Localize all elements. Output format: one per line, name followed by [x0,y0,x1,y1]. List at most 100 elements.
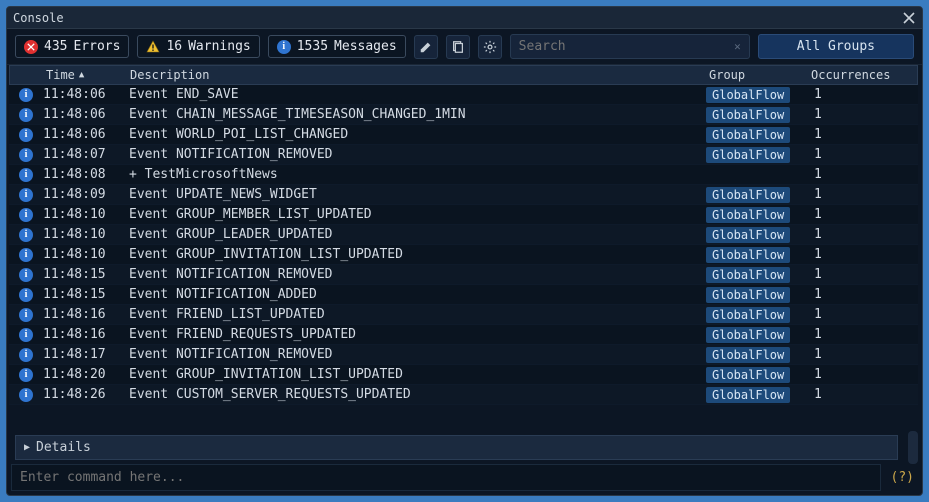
search-clear-icon[interactable]: ✕ [734,40,741,53]
command-input[interactable] [11,464,881,491]
info-icon [19,168,33,182]
cell-description: Event FRIEND_REQUESTS_UPDATED [125,327,706,342]
group-badge[interactable]: GlobalFlow [706,227,790,243]
table-row[interactable]: 11:48:26Event CUSTOM_SERVER_REQUESTS_UPD… [9,385,918,405]
group-badge[interactable]: GlobalFlow [706,307,790,323]
console-window: Console 435 Errors 16 Warnings 1535 Mess… [6,6,923,496]
cell-time: 11:48:17 [43,347,125,362]
cell-time: 11:48:10 [43,247,125,262]
details-scrollbar[interactable] [908,431,918,464]
warnings-filter[interactable]: 16 Warnings [137,35,259,58]
cell-description: Event WORLD_POI_LIST_CHANGED [125,127,706,142]
messages-count: 1535 [297,39,328,54]
table-row[interactable]: 11:48:10Event GROUP_MEMBER_LIST_UPDATEDG… [9,205,918,225]
table-row[interactable]: 11:48:10Event GROUP_INVITATION_LIST_UPDA… [9,245,918,265]
edit-button[interactable] [414,35,438,59]
info-icon [19,228,33,242]
search-input[interactable] [519,39,734,54]
group-badge[interactable]: GlobalFlow [706,287,790,303]
cell-description: Event GROUP_LEADER_UPDATED [125,227,706,242]
group-badge[interactable]: GlobalFlow [706,387,790,403]
table-row[interactable]: 11:48:17Event NOTIFICATION_REMOVEDGlobal… [9,345,918,365]
cell-group: GlobalFlow [706,87,808,103]
cell-occurrences: 1 [808,187,918,202]
table-row[interactable]: 11:48:10Event GROUP_LEADER_UPDATEDGlobal… [9,225,918,245]
cell-occurrences: 1 [808,247,918,262]
group-badge[interactable]: GlobalFlow [706,247,790,263]
sort-asc-icon: ▲ [79,70,84,80]
table-row[interactable]: 11:48:16Event FRIEND_REQUESTS_UPDATEDGlo… [9,325,918,345]
cell-occurrences: 1 [808,347,918,362]
errors-filter[interactable]: 435 Errors [15,35,129,58]
info-icon [19,108,33,122]
warnings-label: Warnings [188,39,251,54]
group-badge[interactable]: GlobalFlow [706,87,790,103]
errors-label: Errors [73,39,120,54]
group-badge[interactable]: GlobalFlow [706,327,790,343]
help-icon[interactable]: (?) [887,470,918,485]
cell-description: Event GROUP_MEMBER_LIST_UPDATED [125,207,706,222]
table-row[interactable]: 11:48:09Event UPDATE_NEWS_WIDGETGlobalFl… [9,185,918,205]
command-bar: (?) [11,464,918,491]
cell-occurrences: 1 [808,147,918,162]
warnings-count: 16 [166,39,182,54]
table-header: Time ▲ Description Group Occurrences [9,65,918,85]
cell-occurrences: 1 [808,307,918,322]
groups-dropdown[interactable]: All Groups [758,34,914,59]
table-row[interactable]: 11:48:20Event GROUP_INVITATION_LIST_UPDA… [9,365,918,385]
titlebar: Console [7,7,922,29]
cell-description: Event END_SAVE [125,87,706,102]
group-badge[interactable]: GlobalFlow [706,187,790,203]
chevron-right-icon: ▶ [24,442,30,453]
group-badge[interactable]: GlobalFlow [706,127,790,143]
details-toggle[interactable]: ▶ Details [15,435,898,460]
table-row[interactable]: 11:48:07Event NOTIFICATION_REMOVEDGlobal… [9,145,918,165]
info-icon [19,128,33,142]
cell-time: 11:48:06 [43,87,125,102]
cell-description: Event NOTIFICATION_ADDED [125,287,706,302]
table-row[interactable]: 11:48:08+ TestMicrosoftNews1 [9,165,918,185]
group-badge[interactable]: GlobalFlow [706,347,790,363]
table-row[interactable]: 11:48:16Event FRIEND_LIST_UPDATEDGlobalF… [9,305,918,325]
messages-filter[interactable]: 1535 Messages [268,35,406,58]
cell-time: 11:48:16 [43,307,125,322]
info-icon [19,388,33,402]
table-row[interactable]: 11:48:06Event CHAIN_MESSAGE_TIMESEASON_C… [9,105,918,125]
cell-group: GlobalFlow [706,227,808,243]
col-occurrences[interactable]: Occurrences [807,68,917,82]
col-time[interactable]: Time ▲ [44,68,126,82]
copy-button[interactable] [446,35,470,59]
col-description[interactable]: Description [126,68,705,82]
cell-occurrences: 1 [808,267,918,282]
cell-time: 11:48:08 [43,167,125,182]
cell-description: Event UPDATE_NEWS_WIDGET [125,187,706,202]
group-badge[interactable]: GlobalFlow [706,147,790,163]
warning-icon [146,40,160,54]
info-icon [19,208,33,222]
cell-group: GlobalFlow [706,207,808,223]
group-badge[interactable]: GlobalFlow [706,267,790,283]
error-icon [24,40,38,54]
group-badge[interactable]: GlobalFlow [706,367,790,383]
info-icon [19,88,33,102]
table-body[interactable]: 11:48:06Event END_SAVEGlobalFlow111:48:0… [9,85,918,431]
table-row[interactable]: 11:48:06Event WORLD_POI_LIST_CHANGEDGlob… [9,125,918,145]
cell-time: 11:48:10 [43,227,125,242]
settings-button[interactable] [478,35,502,59]
info-icon [19,188,33,202]
cell-occurrences: 1 [808,127,918,142]
window-title: Console [13,11,64,25]
search-field-wrap: ✕ [510,34,750,59]
cell-description: Event NOTIFICATION_REMOVED [125,267,706,282]
cell-occurrences: 1 [808,87,918,102]
cell-occurrences: 1 [808,327,918,342]
cell-group: GlobalFlow [706,147,808,163]
group-badge[interactable]: GlobalFlow [706,207,790,223]
table-row[interactable]: 11:48:15Event NOTIFICATION_REMOVEDGlobal… [9,265,918,285]
table-row[interactable]: 11:48:06Event END_SAVEGlobalFlow 1 [9,85,918,105]
close-icon[interactable] [902,11,916,25]
col-group[interactable]: Group [705,68,807,82]
table-row[interactable]: 11:48:15Event NOTIFICATION_ADDEDGlobalFl… [9,285,918,305]
cell-time: 11:48:10 [43,207,125,222]
group-badge[interactable]: GlobalFlow [706,107,790,123]
